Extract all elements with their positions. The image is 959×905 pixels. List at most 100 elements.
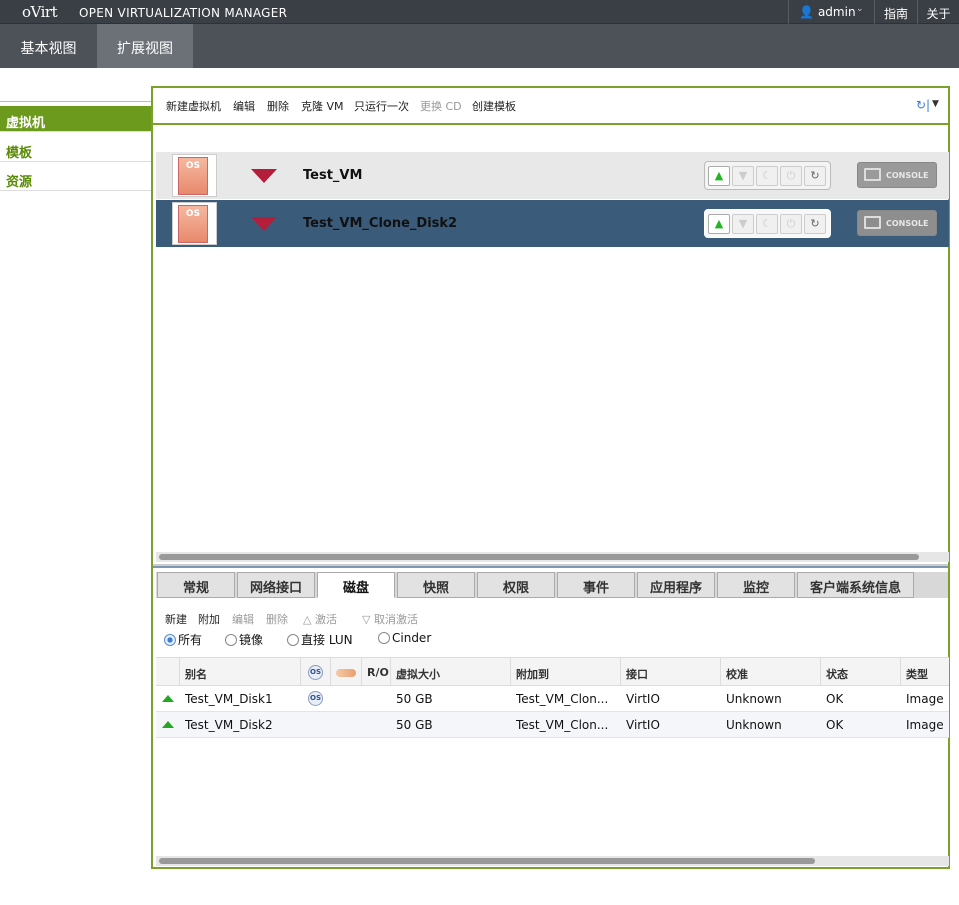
disk-attached-to: Test_VM_Clon... <box>516 718 609 732</box>
tab-disks[interactable]: 磁盘 <box>317 572 395 598</box>
product-title: OPEN VIRTUALIZATION MANAGER <box>79 6 288 20</box>
disk-alignment: Unknown <box>726 692 782 706</box>
delete-button[interactable]: 删除 <box>267 98 289 114</box>
attach-disk-button[interactable]: 附加 <box>198 611 220 627</box>
vm-row-selected[interactable]: OS Test_VM_Clone_Disk2 ▲ ▼ ☾ ⏻ ↻ CONSOLE <box>156 200 949 247</box>
tab-applications[interactable]: 应用程序 <box>637 572 715 598</box>
table-row[interactable]: Test_VM_Disk2 50 GB Test_VM_Clon... Virt… <box>156 712 949 738</box>
console-button[interactable]: CONSOLE <box>857 162 937 188</box>
console-button[interactable]: CONSOLE <box>857 210 937 236</box>
vm-toolbar: 新建虚拟机 编辑 删除 克隆 VM 只运行一次 更换 CD 创建模板 ↻| ▼ <box>153 88 948 125</box>
tab-events[interactable]: 事件 <box>557 572 635 598</box>
vm-action-buttons: ▲ ▼ ☾ ⏻ ↻ <box>704 209 831 238</box>
os-bootable-icon: OS <box>308 691 323 706</box>
edit-button[interactable]: 编辑 <box>233 98 255 114</box>
clone-vm-button[interactable]: 克隆 VM <box>301 98 344 114</box>
nav-item-resources[interactable]: 资源 <box>0 163 152 191</box>
filter-image-radio[interactable]: 镜像 <box>225 631 263 648</box>
run-vm-button[interactable]: ▲ <box>708 214 730 234</box>
poweroff-vm-button[interactable]: ⏻ <box>780 166 802 186</box>
vm-down-status-icon <box>251 217 277 231</box>
os-icon: OS <box>172 154 217 197</box>
deactivate-disk-button[interactable]: ▽ 取消激活 <box>362 611 418 627</box>
tab-monitor[interactable]: 监控 <box>717 572 795 598</box>
view-switcher-bar: 基本视图 扩展视图 <box>0 24 959 68</box>
run-vm-button[interactable]: ▲ <box>708 166 730 186</box>
edit-disk-button[interactable]: 编辑 <box>232 611 254 627</box>
scrollbar-thumb[interactable] <box>159 554 919 560</box>
tab-basic-view[interactable]: 基本视图 <box>0 24 97 68</box>
tab-snapshots[interactable]: 快照 <box>397 572 475 598</box>
reboot-vm-button[interactable]: ↻ <box>804 214 826 234</box>
radio-button-icon <box>287 634 299 646</box>
radio-button-icon <box>225 634 237 646</box>
delete-disk-button[interactable]: 删除 <box>266 611 288 627</box>
nav-item-virtual-machines[interactable]: 虚拟机 <box>0 106 152 132</box>
column-header-type[interactable]: 类型 <box>901 658 949 686</box>
activate-disk-button[interactable]: △ 激活 <box>303 611 337 627</box>
shutdown-vm-button[interactable]: ▼ <box>732 166 754 186</box>
vm-name: Test_VM <box>303 168 363 183</box>
column-header-alias[interactable]: 别名 <box>180 658 301 686</box>
about-link[interactable]: 关于 <box>917 0 959 24</box>
user-menu[interactable]: 👤 admin ⌄ <box>788 0 872 24</box>
guide-link[interactable]: 指南 <box>874 0 917 24</box>
left-navigation: 虚拟机 模板 资源 <box>0 101 152 191</box>
disk-virtual-size: 50 GB <box>396 692 433 706</box>
top-header-bar: oVirt OPEN VIRTUALIZATION MANAGER 👤 admin… <box>0 0 959 24</box>
vm-down-status-icon <box>251 169 277 183</box>
column-header-alignment[interactable]: 校准 <box>721 658 821 686</box>
disk-up-status-icon <box>162 695 174 702</box>
scrollbar-thumb[interactable] <box>159 858 815 864</box>
filter-cinder-radio[interactable]: Cinder <box>378 631 431 645</box>
vm-row[interactable]: OS Test_VM ▲ ▼ ☾ ⏻ ↻ CONSOLE <box>156 152 949 199</box>
tab-permissions[interactable]: 权限 <box>477 572 555 598</box>
down-arrow-icon: ▽ <box>362 613 371 626</box>
shutdown-vm-button[interactable]: ▼ <box>732 214 754 234</box>
column-header-status-icon <box>156 658 180 686</box>
tab-network-interfaces[interactable]: 网络接口 <box>237 572 315 598</box>
tab-extended-view[interactable]: 扩展视图 <box>97 24 193 68</box>
disk-alignment: Unknown <box>726 718 782 732</box>
poweroff-vm-button[interactable]: ⏻ <box>780 214 802 234</box>
chevron-down-icon[interactable]: ▼ <box>932 99 939 109</box>
vm-list-scrollbar[interactable] <box>156 552 949 562</box>
detail-subtabs: 常规 网络接口 磁盘 快照 权限 事件 应用程序 监控 客户端系统信息 <box>156 572 948 598</box>
user-name: admin <box>817 5 856 19</box>
chevron-down-icon: ⌄ <box>856 4 864 14</box>
column-header-virtual-size[interactable]: 虚拟大小 <box>391 658 511 686</box>
new-disk-button[interactable]: 新建 <box>165 611 187 627</box>
filter-all-radio[interactable]: 所有 <box>164 631 202 648</box>
ovirt-logo: oVirt <box>22 3 58 21</box>
column-header-shareable[interactable] <box>331 658 362 686</box>
change-cd-button[interactable]: 更换 CD <box>420 98 462 114</box>
split-panel-handle[interactable] <box>153 564 948 568</box>
suspend-vm-button[interactable]: ☾ <box>756 166 778 186</box>
disk-alias: Test_VM_Disk2 <box>185 718 273 732</box>
os-icon: OS <box>172 202 217 245</box>
refresh-icon[interactable]: ↻| <box>916 98 930 112</box>
disk-alias: Test_VM_Disk1 <box>185 692 273 706</box>
reboot-vm-button[interactable]: ↻ <box>804 166 826 186</box>
disk-interface: VirtIO <box>626 718 660 732</box>
run-once-button[interactable]: 只运行一次 <box>354 98 409 114</box>
column-header-bootable[interactable]: OS <box>301 658 331 686</box>
filter-direct-lun-radio[interactable]: 直接 LUN <box>287 631 353 648</box>
suspend-vm-button[interactable]: ☾ <box>756 214 778 234</box>
up-arrow-icon: △ <box>303 613 312 626</box>
column-header-readonly[interactable]: R/O <box>362 658 391 686</box>
disk-status: OK <box>826 692 844 706</box>
column-header-status[interactable]: 状态 <box>821 658 901 686</box>
new-vm-button[interactable]: 新建虚拟机 <box>166 98 221 114</box>
column-header-interface[interactable]: 接口 <box>621 658 721 686</box>
tab-general[interactable]: 常规 <box>157 572 235 598</box>
app-window: oVirt OPEN VIRTUALIZATION MANAGER 👤 admin… <box>0 0 959 905</box>
disk-table-scrollbar[interactable] <box>156 856 949 866</box>
disk-up-status-icon <box>162 721 174 728</box>
nav-item-templates[interactable]: 模板 <box>0 134 152 162</box>
column-header-attached-to[interactable]: 附加到 <box>511 658 621 686</box>
radio-button-icon <box>378 632 390 644</box>
tab-guest-info[interactable]: 客户端系统信息 <box>797 572 914 598</box>
create-template-button[interactable]: 创建模板 <box>472 98 516 114</box>
table-row[interactable]: Test_VM_Disk1 OS 50 GB Test_VM_Clon... V… <box>156 686 949 712</box>
